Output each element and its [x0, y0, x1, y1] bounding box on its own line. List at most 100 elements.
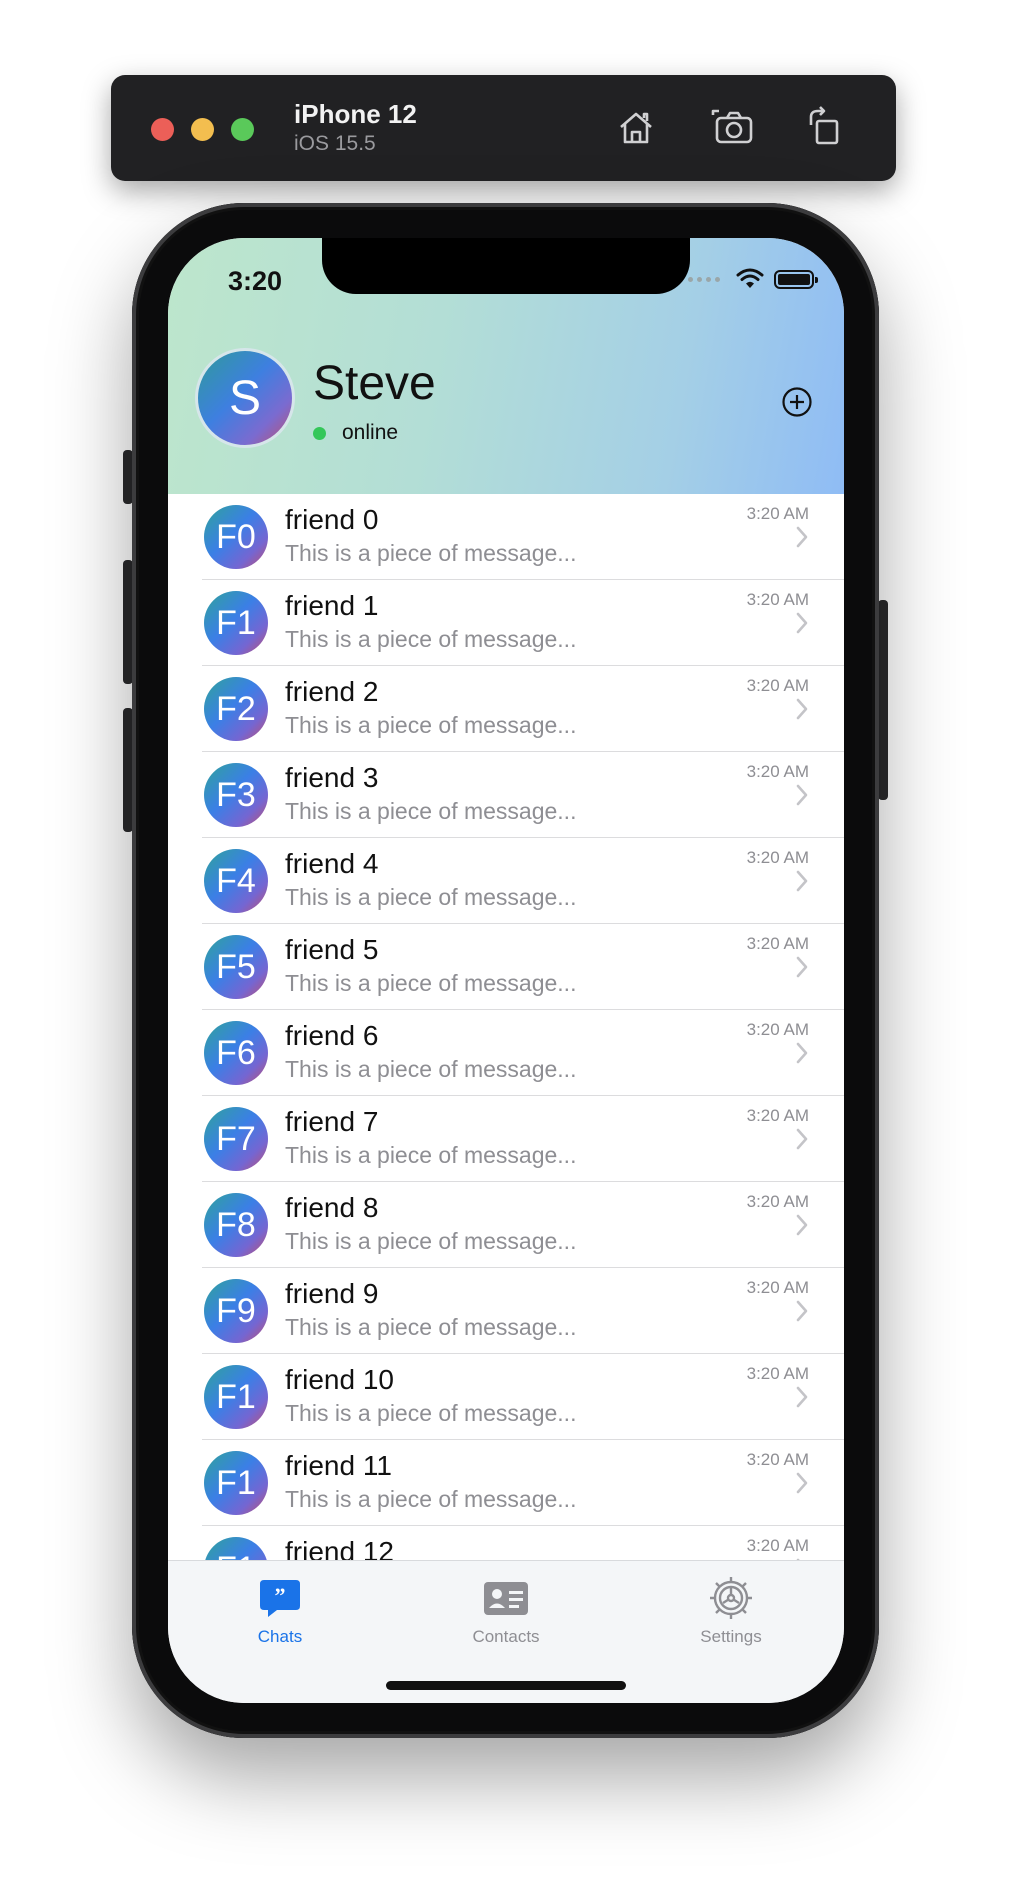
friend-avatar: F5	[204, 935, 268, 999]
friend-avatar: F1	[204, 591, 268, 655]
zoom-window-button[interactable]	[231, 118, 254, 141]
user-status: online	[313, 421, 398, 445]
device-name: iPhone 12	[294, 99, 417, 129]
friend-name: friend 5	[285, 934, 379, 965]
chevron-right-icon	[796, 1472, 808, 1494]
chat-row[interactable]: F3 friend 3 This is a piece of message... 3…	[168, 752, 844, 838]
chevron-right-icon	[796, 870, 808, 892]
signal-icon	[688, 276, 720, 282]
friend-avatar: F3	[204, 763, 268, 827]
contact-card-icon	[484, 1582, 528, 1615]
status-label: online	[342, 421, 399, 444]
chat-list[interactable]: F0 friend 0 This is a piece of message... 3…	[168, 494, 844, 1560]
chevron-right-icon	[796, 1300, 808, 1322]
tab-label: Chats	[257, 1627, 303, 1646]
friend-name: friend 2	[285, 676, 379, 707]
home-icon[interactable]	[613, 105, 659, 151]
phone-screen: S Steve online 3:20 F0 friend 0 This is a …	[168, 238, 844, 1703]
chevron-right-icon	[796, 1042, 808, 1064]
friend-avatar: F0	[204, 505, 268, 569]
friend-avatar: F2	[204, 677, 268, 741]
friend-name: friend 1	[285, 590, 379, 621]
friend-name: friend 8	[285, 1192, 379, 1223]
friend-name: friend 11	[285, 1450, 392, 1481]
tab-label: Settings	[700, 1627, 762, 1646]
chat-row[interactable]: F8 friend 8 This is a piece of message... 3…	[168, 1182, 844, 1268]
message-preview: This is a piece of message...	[285, 884, 577, 910]
rotate-icon[interactable]	[803, 105, 849, 151]
gear-icon	[710, 1577, 752, 1619]
friend-avatar: F7	[204, 1107, 268, 1171]
friend-name: friend 10	[285, 1364, 394, 1395]
chat-row[interactable]: F5 friend 5 This is a piece of message... 3…	[168, 924, 844, 1010]
message-preview: This is a piece of message...	[285, 970, 577, 996]
chevron-right-icon	[796, 698, 808, 720]
message-preview: This is a piece of message...	[285, 1228, 577, 1254]
friend-avatar: F8	[204, 1193, 268, 1257]
friend-avatar: F9	[204, 1279, 268, 1343]
message-preview: This is a piece of message...	[285, 1142, 577, 1168]
message-time: 3:20 AM	[746, 1020, 809, 1039]
message-time: 3:20 AM	[746, 504, 809, 523]
chevron-right-icon	[796, 526, 808, 548]
chevron-right-icon	[796, 956, 808, 978]
tab-contacts[interactable]: Contacts	[446, 1575, 566, 1665]
simulator-toolbar: iPhone 12 iOS 15.5	[111, 75, 896, 181]
message-preview: This is a piece of message...	[285, 798, 577, 824]
tab-label: Contacts	[472, 1627, 540, 1646]
svg-text:”: ”	[275, 1583, 286, 1608]
chat-row[interactable]: F1friend 12This is a piece of message...…	[168, 1526, 844, 1560]
tab-settings[interactable]: Settings	[671, 1575, 791, 1665]
message-time: 3:20 AM	[746, 1192, 809, 1211]
friend-name: friend 3	[285, 762, 379, 793]
friend-name: friend 4	[285, 848, 379, 879]
friend-name: friend 0	[285, 504, 379, 535]
chat-row[interactable]: F1 friend 11 This is a piece of message...…	[168, 1440, 844, 1526]
friend-avatar: F1	[204, 1451, 268, 1515]
chat-bubble-icon: ”	[260, 1580, 300, 1617]
message-preview: This is a piece of message...	[285, 540, 577, 566]
online-indicator	[313, 426, 326, 440]
message-preview: This is a piece of message...	[285, 1400, 577, 1426]
minimize-window-button[interactable]	[191, 118, 214, 141]
status-indicators	[688, 268, 818, 290]
battery-icon	[774, 269, 818, 289]
status-time: 3:20	[228, 266, 283, 296]
chat-row[interactable]: F7 friend 7 This is a piece of message... 3…	[168, 1096, 844, 1182]
chevron-right-icon	[796, 784, 808, 806]
message-time: 3:20 AM	[746, 848, 809, 867]
user-name: Steve	[313, 357, 436, 410]
message-time: 3:20 AM	[746, 762, 809, 781]
message-preview: This is a piece of message...	[285, 1314, 577, 1340]
chat-row[interactable]: F4 friend 4 This is a piece of message... 3…	[168, 838, 844, 924]
chevron-right-icon	[796, 1386, 808, 1408]
user-avatar[interactable]: S	[195, 348, 295, 448]
friend-avatar: F1	[204, 1365, 268, 1429]
friend-name: friend 12	[285, 1536, 394, 1560]
plus-circle-icon[interactable]	[781, 386, 813, 418]
message-time: 3:20 AM	[746, 676, 809, 695]
message-preview: This is a piece of message...	[285, 626, 577, 652]
message-time: 3:20 AM	[746, 590, 809, 609]
chat-row[interactable]: F1 friend 1 This is a piece of message... 3…	[168, 580, 844, 666]
wifi-icon	[736, 268, 764, 288]
message-time: 3:20 AM	[746, 1364, 809, 1383]
close-window-button[interactable]	[151, 118, 174, 141]
chat-row[interactable]: F9 friend 9 This is a piece of message... 3…	[168, 1268, 844, 1354]
chat-row[interactable]: F1 friend 10 This is a piece of message...…	[168, 1354, 844, 1440]
message-preview: This is a piece of message...	[285, 712, 577, 738]
tab-chats[interactable]: ” Chats	[220, 1575, 340, 1665]
chat-row[interactable]: F6 friend 6 This is a piece of message... 3…	[168, 1010, 844, 1096]
friend-name: friend 7	[285, 1106, 379, 1137]
chat-row[interactable]: F0 friend 0 This is a piece of message... 3…	[168, 494, 844, 580]
screenshot-icon[interactable]	[711, 105, 757, 151]
chevron-right-icon	[796, 1128, 808, 1150]
message-time: 3:20 AM	[746, 1106, 809, 1125]
friend-name: friend 9	[285, 1278, 379, 1309]
chat-row[interactable]: F2 friend 2 This is a piece of message... 3…	[168, 666, 844, 752]
home-indicator	[386, 1681, 626, 1690]
notch	[322, 238, 690, 294]
chevron-right-icon	[796, 1214, 808, 1236]
message-preview: This is a piece of message...	[285, 1486, 577, 1512]
message-time: 3:20 AM	[746, 934, 809, 953]
